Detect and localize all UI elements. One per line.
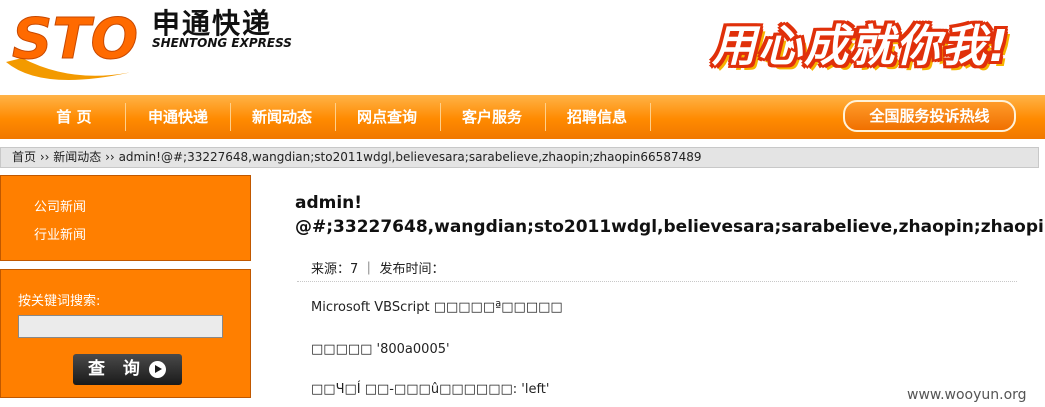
- breadcrumb-separator: ››: [105, 150, 115, 164]
- site-header: STO 申通快递 SHENTONG EXPRESS 用心成就你我!: [0, 0, 1045, 95]
- logo-text: STO: [12, 7, 138, 72]
- nav-home[interactable]: 首 页: [38, 95, 110, 139]
- breadcrumb-current: admin!@#;33227648,wangdian;sto2011wdgl,b…: [118, 150, 702, 164]
- breadcrumb-section[interactable]: 新闻动态: [53, 150, 101, 164]
- slogan-banner: 用心成就你我!: [693, 6, 1029, 84]
- nav-divider: [650, 103, 651, 131]
- sidebar-link-industry-news[interactable]: 行业新闻: [34, 224, 86, 243]
- news-category-panel: 公司新闻 行业新闻: [0, 175, 251, 261]
- article-title-line: admin!: [295, 193, 363, 213]
- search-input[interactable]: [18, 315, 223, 338]
- nav-outlet-search[interactable]: 网点查询: [346, 95, 428, 139]
- nav-divider: [125, 103, 126, 131]
- article-meta: 来源：7 ｜ 发布时间：: [311, 262, 445, 277]
- breadcrumb-separator: ››: [39, 150, 50, 164]
- article-body-line: □□□□□ '800a0005': [311, 342, 450, 357]
- play-arrow-icon: [149, 361, 166, 378]
- nav-news[interactable]: 新闻动态: [241, 95, 323, 139]
- search-label: 按关键词搜索:: [18, 294, 101, 309]
- article-title-line: @#;33227648,wangdian;sto2011wdgl,believe…: [295, 217, 1045, 237]
- nav-divider: [335, 103, 336, 131]
- complaint-hotline-button[interactable]: 全国服务投诉热线: [843, 100, 1016, 132]
- nav-customer-service[interactable]: 客户服务: [451, 95, 533, 139]
- sto-logo[interactable]: STO: [2, 0, 152, 90]
- slogan-text: 用心成就你我!: [711, 21, 1011, 72]
- logo-english-name: SHENTONG EXPRESS: [152, 36, 292, 50]
- breadcrumb: 首页 ›› 新闻动态 ›› admin!@#;33227648,wangdian…: [0, 147, 1039, 168]
- nav-divider: [230, 103, 231, 131]
- article-body-line: Microsoft VBScript □□□□□ª□□□□□: [311, 300, 563, 315]
- search-button-label: 查 询: [88, 359, 146, 379]
- article-body-line: □□Ч□Í □□-□□□û□□□□□□: 'left': [311, 382, 550, 397]
- sidebar-link-company-news[interactable]: 公司新闻: [34, 196, 86, 215]
- nav-divider: [545, 103, 546, 131]
- breadcrumb-home[interactable]: 首页: [12, 150, 36, 164]
- search-button[interactable]: 查 询: [73, 354, 182, 385]
- nav-recruitment[interactable]: 招聘信息: [556, 95, 638, 139]
- nav-shentong[interactable]: 申通快递: [137, 95, 219, 139]
- article-title: admin! @#;33227648,wangdian;sto2011wdgl,…: [295, 191, 1045, 239]
- keyword-search-panel: 按关键词搜索: 查 询: [0, 269, 251, 398]
- nav-divider: [440, 103, 441, 131]
- watermark: www.wooyun.org: [907, 387, 1027, 403]
- meta-divider: [297, 281, 1017, 282]
